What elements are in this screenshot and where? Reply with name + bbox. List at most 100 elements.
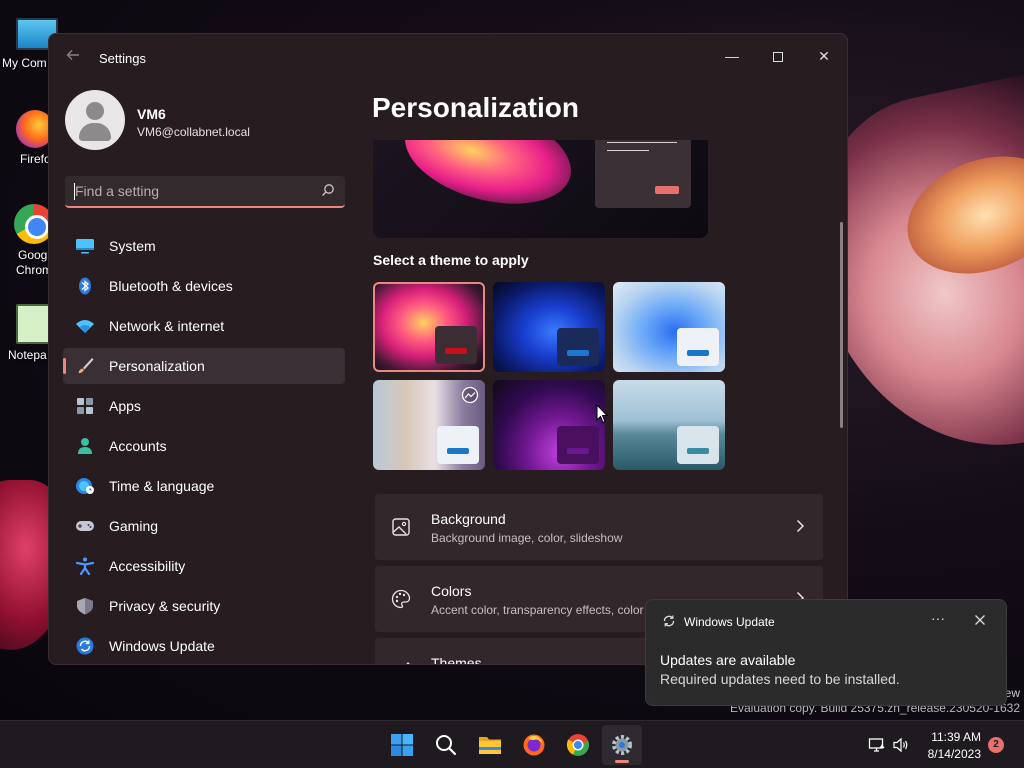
desktop-icon-computer[interactable]: My Com bbox=[0, 8, 58, 70]
start-button[interactable] bbox=[382, 725, 422, 765]
folder-icon bbox=[479, 737, 501, 754]
maximize-button[interactable] bbox=[755, 40, 801, 72]
theme-accent-bar bbox=[447, 448, 469, 454]
search-box[interactable] bbox=[65, 176, 345, 208]
card-title: Background bbox=[431, 511, 506, 527]
background-setting-card[interactable]: Background Background image, color, slid… bbox=[375, 494, 823, 560]
theme-tile-dark-bloom[interactable] bbox=[493, 282, 605, 372]
theme-swatch bbox=[435, 326, 477, 364]
shield-icon bbox=[77, 598, 93, 615]
theme-accent-bar bbox=[687, 350, 709, 356]
sidebar-item-network[interactable]: Network & internet bbox=[63, 308, 345, 344]
sidebar-item-label: System bbox=[109, 238, 156, 254]
sidebar-item-label: Accessibility bbox=[109, 558, 186, 574]
sidebar-item-label: Privacy & security bbox=[109, 598, 221, 614]
theme-grid bbox=[373, 282, 733, 472]
clock-date[interactable]: 8/14/2023 bbox=[928, 747, 981, 761]
chevron-right-icon bbox=[796, 519, 805, 533]
update-notification[interactable]: Windows Update ··· Updates are available… bbox=[645, 599, 1007, 706]
preview-wallpaper bbox=[394, 140, 582, 221]
sidebar-item-label: Network & internet bbox=[109, 318, 225, 334]
card-title: Colors bbox=[431, 583, 472, 599]
taskbar-file-explorer[interactable] bbox=[470, 725, 510, 765]
taskbar: 11:39 AM 8/14/2023 2 bbox=[0, 720, 1024, 768]
theme-tile-glow-selected[interactable] bbox=[373, 282, 485, 372]
desktop-icon-firefox[interactable]: Firefo bbox=[0, 110, 54, 166]
theme-section-label: Select a theme to apply bbox=[373, 252, 529, 268]
sidebar-item-windows-update[interactable]: Windows Update bbox=[63, 628, 345, 664]
content-scrollbar[interactable] bbox=[840, 222, 843, 428]
sidebar-item-gaming[interactable]: Gaming bbox=[63, 508, 345, 544]
theme-accent-bar bbox=[567, 350, 589, 356]
preview-accent-button bbox=[655, 186, 679, 194]
window-title: Settings bbox=[99, 51, 146, 66]
bluetooth-icon bbox=[79, 277, 91, 295]
notification-count-badge[interactable]: 2 bbox=[988, 737, 1004, 753]
sidebar-item-label: Time & language bbox=[109, 478, 215, 494]
theme-accent-bar bbox=[567, 448, 589, 454]
back-button[interactable] bbox=[63, 48, 83, 68]
update-icon bbox=[663, 615, 675, 627]
sidebar-item-time-language[interactable]: Time & language bbox=[63, 468, 345, 504]
minimize-icon: — bbox=[725, 48, 739, 64]
brush-icon bbox=[78, 358, 94, 374]
sidebar-nav: System Bluetooth & devices Network & int… bbox=[63, 228, 345, 664]
sidebar-item-apps[interactable]: Apps bbox=[63, 388, 345, 424]
avatar[interactable] bbox=[65, 90, 125, 150]
volume-icon[interactable] bbox=[892, 736, 910, 754]
theme-swatch bbox=[437, 426, 479, 464]
close-icon[interactable] bbox=[972, 612, 988, 628]
search-icon bbox=[436, 735, 457, 756]
notification-body: Required updates need to be installed. bbox=[660, 671, 900, 687]
clock-time[interactable]: 11:39 AM bbox=[931, 730, 981, 744]
user-email: VM6@collabnet.local bbox=[137, 125, 250, 139]
palette-icon bbox=[391, 589, 411, 609]
theme-tile-captured-motion[interactable] bbox=[493, 380, 605, 470]
windows-logo-icon bbox=[391, 734, 413, 756]
title-bar[interactable]: Settings — ✕ bbox=[49, 34, 847, 82]
preview-line bbox=[607, 142, 677, 143]
gamepad-icon bbox=[76, 521, 94, 531]
taskbar-firefox[interactable] bbox=[514, 725, 554, 765]
notepad-icon bbox=[16, 304, 50, 344]
apps-icon bbox=[77, 398, 93, 414]
preview-line bbox=[607, 150, 649, 151]
wifi-icon bbox=[76, 320, 94, 333]
sidebar-item-accounts[interactable]: Accounts bbox=[63, 428, 345, 464]
sidebar-item-label: Apps bbox=[109, 398, 141, 414]
search-input[interactable] bbox=[75, 176, 305, 206]
desktop-icon-chrome[interactable]: Goog Chrom bbox=[0, 204, 54, 277]
theme-swatch bbox=[677, 426, 719, 464]
taskbar-settings[interactable] bbox=[602, 725, 642, 765]
globe-clock-icon bbox=[76, 478, 94, 494]
network-icon[interactable] bbox=[868, 736, 886, 754]
card-title: Themes bbox=[431, 655, 482, 665]
user-name: VM6 bbox=[137, 106, 166, 122]
accounts-icon bbox=[78, 438, 92, 454]
sidebar-item-privacy-security[interactable]: Privacy & security bbox=[63, 588, 345, 624]
sidebar-item-personalization[interactable]: Personalization bbox=[63, 348, 345, 384]
search-icon[interactable] bbox=[321, 183, 335, 197]
theme-tile-light-bloom[interactable] bbox=[613, 282, 725, 372]
notification-app-name: Windows Update bbox=[684, 615, 775, 629]
theme-swatch bbox=[677, 328, 719, 366]
taskbar-search-button[interactable] bbox=[426, 725, 466, 765]
theme-tile-spotlight[interactable] bbox=[373, 380, 485, 470]
minimize-button[interactable]: — bbox=[709, 40, 755, 72]
sidebar-item-accessibility[interactable]: Accessibility bbox=[63, 548, 345, 584]
update-icon bbox=[76, 637, 94, 655]
sidebar-item-system[interactable]: System bbox=[63, 228, 345, 264]
image-icon bbox=[392, 518, 410, 536]
system-icon bbox=[76, 239, 94, 254]
more-options-button[interactable]: ··· bbox=[926, 610, 950, 630]
taskbar-chrome[interactable] bbox=[558, 725, 598, 765]
text-caret bbox=[74, 183, 75, 200]
desktop-icon-notepad[interactable]: Notepa bbox=[0, 304, 50, 362]
brush-icon bbox=[406, 662, 410, 664]
sidebar-item-bluetooth[interactable]: Bluetooth & devices bbox=[63, 268, 345, 304]
theme-tile-sunrise[interactable] bbox=[613, 380, 725, 470]
avatar-body bbox=[79, 123, 111, 141]
accessibility-icon bbox=[75, 557, 95, 575]
theme-swatch bbox=[557, 426, 599, 464]
close-button[interactable]: ✕ bbox=[801, 40, 847, 72]
